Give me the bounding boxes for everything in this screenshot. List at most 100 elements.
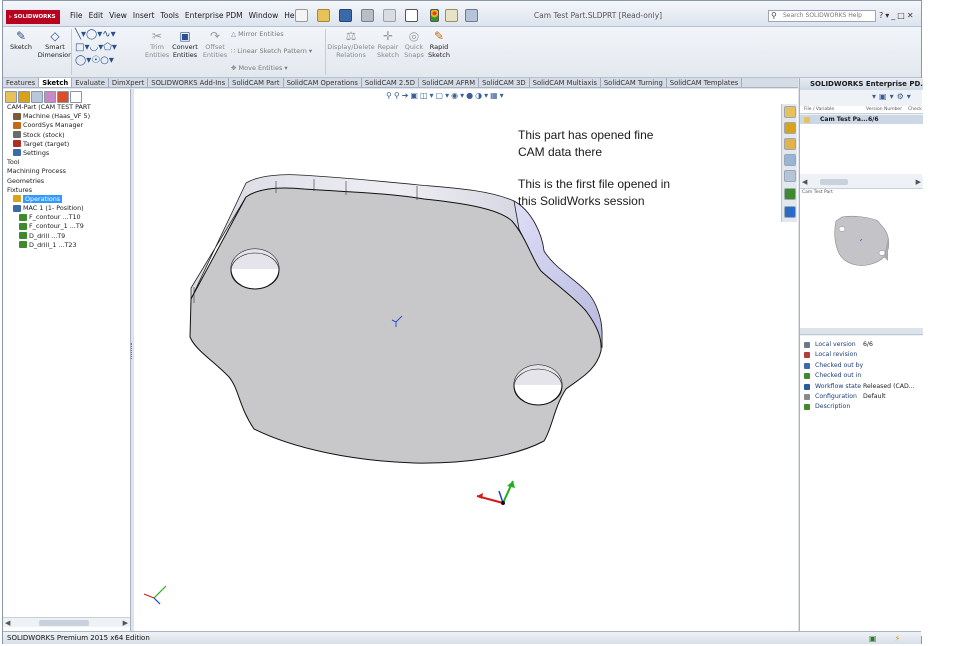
tree-item[interactable]: Tool [3, 158, 129, 167]
file-properties-icon[interactable] [445, 9, 458, 22]
rebuild-traffic-light-icon[interactable] [430, 9, 439, 22]
notification-icon[interactable]: ⚡ [895, 634, 919, 643]
tree-item[interactable]: Target (target) [3, 140, 129, 149]
tab-solidworks-addins[interactable]: SOLIDWORKS Add-Ins [148, 78, 230, 87]
select-icon[interactable] [405, 9, 418, 22]
tab-sketch[interactable]: Sketch [39, 78, 73, 87]
save-icon[interactable] [339, 9, 352, 22]
tree-item[interactable]: Fixtures [3, 186, 129, 195]
linear-sketch-pattern-button[interactable]: ∷ Linear Sketch Pattern ▾ [231, 47, 312, 56]
tree-item[interactable]: Operations [3, 194, 129, 204]
sketch-button[interactable]: ✎ Sketch [6, 29, 36, 51]
pdm-file-row[interactable]: Cam Test Pa... 6/6 [800, 115, 923, 124]
tab-solidcam-templates[interactable]: SolidCAM Templates [667, 78, 743, 87]
menu-view[interactable]: View [106, 10, 130, 22]
quick-snaps-button[interactable]: ◎ Quick Snaps [402, 29, 426, 59]
mirror-entities-button[interactable]: △ Mirror Entities [231, 30, 284, 39]
rebuild-status-icon[interactable]: ▣ [869, 634, 895, 643]
tab-solidcam-multiaxis[interactable]: SolidCAM Multiaxis [530, 78, 601, 87]
status-text: SOLIDWORKS Premium 2015 x64 Edition [7, 634, 150, 642]
display-delete-relations-button[interactable]: ⚖ Display/Delete Relations [327, 29, 375, 59]
tree-item[interactable]: F_contour ...T10 [3, 213, 129, 222]
tab-solidcam-turning[interactable]: SolidCAM Turning [601, 78, 667, 87]
move-entities-button[interactable]: ✥ Move Entities ▾ [231, 64, 288, 73]
smart-dimension-button[interactable]: ◇ Smart Dimension [37, 29, 73, 59]
scroll-thumb[interactable] [39, 620, 89, 626]
offset-entities-button[interactable]: ↷ Offset Entities [202, 29, 228, 59]
scroll-left-icon[interactable]: ◀ [5, 618, 10, 628]
tree-item[interactable]: Settings [3, 149, 129, 158]
tree-item[interactable]: F_contour_1 ...T9 [3, 222, 129, 231]
options-icon[interactable] [465, 9, 478, 22]
feature-tree-tab-icon[interactable] [5, 91, 17, 103]
design-library-tab-icon[interactable] [784, 138, 796, 150]
pdm-toolbar[interactable]: ▾▣▾⚙▾ [800, 91, 923, 102]
help-icons[interactable]: ?▾_□✕ [879, 9, 919, 23]
tree-item[interactable]: CoordSys Manager [3, 121, 129, 130]
menu-tools[interactable]: Tools [157, 10, 181, 22]
view-triad-icon[interactable] [143, 585, 167, 605]
solidworks-logo[interactable]: ▹ SOLIDWORKS [6, 10, 60, 24]
tab-features[interactable]: Features [3, 78, 40, 87]
menu-insert[interactable]: Insert [130, 10, 158, 22]
heads-up-view-toolbar[interactable]: ⚲⚲➔▣◫▾▢▾◉▾●◑▾▦▾ [386, 90, 546, 102]
menu-window[interactable]: Window [246, 10, 282, 22]
line-circle-spline-icons[interactable]: ╲▾◯▾∿▾ [75, 29, 116, 41]
ribbon-separator [325, 29, 326, 75]
resources-tab-icon[interactable] [784, 122, 796, 134]
tab-solidcam-afrm[interactable]: SolidCAM AFRM [419, 78, 480, 87]
slot-point-text-icons[interactable]: ◯▾☉○▾ [75, 55, 114, 67]
display-manager-tab-icon[interactable] [57, 91, 69, 103]
tree-item-label: F_contour_1 ...T9 [29, 222, 84, 231]
trim-entities-button[interactable]: ✂ Trim Entities [145, 29, 169, 59]
property-label: Checked out in [815, 372, 862, 380]
convert-entities-button[interactable]: ▣ Convert Entities [171, 29, 199, 59]
menu-enterprise-pdm[interactable]: Enterprise PDM [182, 10, 246, 22]
tab-solidcam-operations[interactable]: SolidCAM Operations [284, 78, 362, 87]
home-tab-icon[interactable] [784, 106, 796, 118]
scroll-thumb[interactable] [820, 179, 848, 185]
col-check[interactable]: Check [908, 106, 922, 113]
tree-item[interactable]: Machining Process [3, 167, 129, 176]
configuration-manager-tab-icon[interactable] [31, 91, 43, 103]
scroll-right-icon[interactable]: ▶ [123, 618, 128, 628]
tree-item[interactable]: D_drill ...T9 [3, 232, 129, 241]
tab-solidcam-25d[interactable]: SolidCAM 2.5D [362, 78, 419, 87]
title-bar: ▹ SOLIDWORKS File Edit View Insert Tools… [3, 1, 921, 27]
tree-item[interactable]: CAM-Part (CAM TEST PART [3, 103, 129, 112]
file-explorer-tab-icon[interactable] [784, 154, 796, 166]
status-icons[interactable]: ▣⚡ [869, 633, 919, 644]
tab-solidcam-3d[interactable]: SolidCAM 3D [479, 78, 530, 87]
tree-item[interactable]: Machine (Haas_VF 5) [3, 112, 129, 121]
tab-solidcam-part[interactable]: SolidCAM Part [229, 78, 284, 87]
tab-dimxpert[interactable]: DimXpert [109, 78, 149, 87]
undo-icon[interactable] [383, 9, 396, 22]
open-folder-icon[interactable] [317, 9, 330, 22]
scroll-right-icon[interactable]: ▶ [916, 177, 921, 187]
scroll-left-icon[interactable]: ◀ [802, 177, 807, 187]
pdm-scrollbar[interactable]: ◀ ▶ [800, 177, 923, 187]
appearances-tab-icon[interactable] [784, 188, 796, 200]
menu-file[interactable]: File [67, 10, 86, 22]
menu-edit[interactable]: Edit [86, 10, 107, 22]
solidcam-manager-tab-icon[interactable] [70, 91, 82, 103]
col-file-variable[interactable]: File / Variable [804, 106, 834, 113]
print-icon[interactable] [361, 9, 374, 22]
dimxpert-tab-icon[interactable] [44, 91, 56, 103]
tree-item[interactable]: MAC 1 (1- Position) [3, 204, 129, 213]
feature-manager-scrollbar[interactable]: ◀ ▶ [3, 617, 130, 627]
tree-item[interactable]: Geometries [3, 177, 129, 186]
pdm-tab-icon[interactable] [784, 206, 796, 218]
tree-item[interactable]: D_drill_1 ...T23 [3, 241, 129, 250]
rectangle-arc-polygon-icons[interactable]: □▾◡▾⬠▾ [75, 42, 117, 54]
new-document-icon[interactable] [295, 9, 308, 22]
rapid-sketch-button[interactable]: ✎ Rapid Sketch [427, 29, 451, 59]
property-label: Configuration [815, 392, 857, 400]
repair-sketch-button[interactable]: ✛ Repair Sketch [376, 29, 400, 59]
property-manager-tab-icon[interactable] [18, 91, 30, 103]
col-version-number[interactable]: Version Number [866, 106, 902, 113]
tree-item[interactable]: Stock (stock) [3, 131, 129, 140]
tab-evaluate[interactable]: Evaluate [72, 78, 109, 87]
search-help-input[interactable]: ⚲ Search SOLIDWORKS Help [768, 10, 876, 22]
view-palette-tab-icon[interactable] [784, 170, 796, 182]
